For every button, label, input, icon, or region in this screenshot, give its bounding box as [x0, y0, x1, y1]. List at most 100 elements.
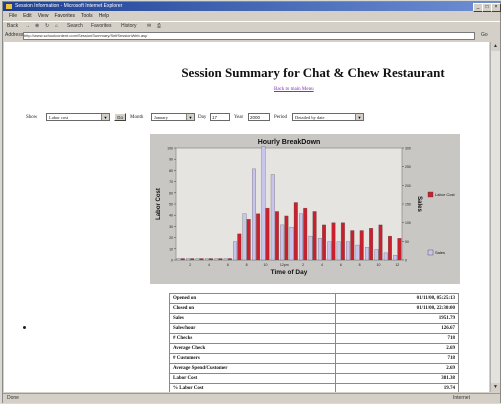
refresh-icon[interactable]: ↻ [45, 23, 49, 29]
y-tick-label: 80 [169, 169, 173, 173]
y-axis-label: Labor Cost [156, 188, 162, 220]
labor-cost-bar [369, 228, 374, 261]
home-icon[interactable]: ⌂ [55, 23, 58, 29]
plot-area [175, 147, 403, 261]
browser-window: Session Information - Microsoft Internet… [2, 1, 501, 403]
y-tick-label: 90 [169, 158, 173, 162]
search-button[interactable]: Search [67, 23, 83, 29]
page-title: Session Summary for Chat & Chew Restaura… [181, 65, 445, 80]
menu-edit[interactable]: Edit [23, 12, 32, 20]
summary-value: 2.69 [335, 343, 459, 354]
labor-cost-bar [293, 202, 298, 261]
labor-cost-bar [227, 258, 232, 261]
mail-icon[interactable]: ✉ [147, 23, 151, 29]
title-bar: Session Information - Microsoft Internet… [3, 2, 501, 12]
sales-bar [242, 213, 247, 261]
summary-value: 01/11/00, 05:25:13 [335, 293, 459, 304]
year-input[interactable]: 2000 [248, 113, 270, 121]
session-summary-table: Opened on 01/11/00, 05:25:13 Closed on 01/1… [168, 293, 459, 392]
sales-bar [365, 247, 369, 261]
labor-cost-bar [303, 207, 308, 261]
browser-icon [6, 4, 12, 9]
labor-cost-bar [209, 258, 213, 261]
forward-icon[interactable]: → [25, 23, 30, 29]
day-input[interactable]: 17 [210, 113, 230, 121]
show-select[interactable]: Labor cost ▼ [46, 113, 110, 121]
menu-tools[interactable]: Tools [81, 12, 93, 20]
summary-row: Closed on 01/11/00, 22:30:00 [168, 303, 459, 314]
x-tick-label: 6 [340, 263, 342, 267]
sales-bar [270, 174, 275, 261]
go-filter-button[interactable]: Go [114, 113, 126, 121]
show-select-value: Labor cost [49, 115, 69, 120]
vertical-scrollbar[interactable]: ▲ ▼ [490, 42, 500, 392]
x-tick-label: 6 [227, 263, 229, 267]
labor-cost-bar [256, 213, 261, 261]
summary-row: Sales 1951.79 [168, 313, 459, 324]
summary-value: 381.38 [335, 373, 459, 384]
menu-file[interactable]: File [9, 12, 17, 20]
hourly-breakdown-chart: Hourly BreakDown 0 10 20 30 40 50 60 70 80 90 100 0 5… [150, 134, 460, 284]
sales-bar [317, 238, 322, 261]
summary-label: Opened on [168, 293, 337, 304]
labor-cost-bar [180, 258, 185, 261]
y-tick-label: 70 [169, 180, 173, 184]
sales-bar [299, 213, 303, 261]
x-tick-label: 2 [189, 263, 191, 267]
y-tick-label: 0 [171, 259, 173, 263]
period-label: Period [274, 115, 288, 120]
y2-tick-label: 150 [405, 203, 411, 207]
summary-row: # Customers 718 [168, 353, 459, 364]
back-to-menu-link[interactable]: Back to main Menu [274, 87, 314, 92]
sales-bar [383, 252, 388, 261]
favorites-button[interactable]: Favorites [91, 23, 112, 29]
summary-row: Average Check 2.69 [168, 343, 459, 354]
scroll-up-icon[interactable]: ▲ [491, 42, 500, 51]
stop-icon[interactable]: ⊗ [35, 23, 39, 29]
menu-favorites[interactable]: Favorites [54, 12, 75, 20]
scroll-down-icon[interactable]: ▼ [491, 383, 500, 392]
period-select-value: Detailed by date [295, 115, 325, 120]
labor-cost-bar [322, 224, 326, 261]
y-tick-label: 10 [169, 247, 173, 251]
sales-bar [327, 241, 332, 261]
summary-value: 2.69 [335, 363, 459, 374]
address-input[interactable]: http://www.schoolcontent.com/SessionSumm… [23, 32, 475, 40]
y-tick-label: 40 [169, 214, 173, 218]
legend-label-sales: Sales [435, 250, 445, 255]
month-select-value: January [154, 115, 168, 120]
window-title: Session Information - Microsoft Internet… [15, 3, 123, 9]
address-bar: Address http://www.schoolcontent.com/Ses… [3, 31, 500, 40]
labor-cost-bar [312, 211, 317, 261]
summary-value: 19.74 [335, 383, 459, 392]
menu-help[interactable]: Help [99, 12, 109, 20]
month-select[interactable]: January ▼ [151, 113, 195, 121]
sales-bar [186, 258, 190, 261]
summary-value: 718 [335, 333, 459, 344]
history-button[interactable]: History [121, 23, 137, 29]
legend-swatch-sales [427, 249, 434, 256]
labor-cost-bar [340, 222, 345, 261]
sales-bar [195, 258, 200, 261]
close-icon[interactable]: × [491, 3, 501, 12]
labor-cost-bar [218, 258, 223, 261]
month-label: Month [130, 115, 144, 120]
labor-cost-bar [199, 258, 204, 261]
x-tick-label: 10 [377, 263, 381, 267]
sales-bar [223, 258, 228, 261]
period-select[interactable]: Detailed by date ▼ [292, 113, 364, 121]
sales-bar [214, 258, 219, 261]
chevron-down-icon: ▼ [101, 114, 109, 120]
x-tick-label: 10 [264, 263, 268, 267]
summary-label: Sales [168, 313, 337, 324]
summary-row: # Checks 718 [168, 333, 459, 344]
back-button[interactable]: Back [7, 23, 18, 29]
menu-view[interactable]: View [38, 12, 49, 20]
summary-value: 718 [335, 353, 459, 364]
summary-label: Sales/hour [168, 323, 337, 334]
go-button[interactable]: Go [481, 32, 488, 38]
print-icon[interactable]: ⎙ [157, 23, 161, 29]
labor-cost-bar [190, 258, 195, 261]
sales-bar [393, 254, 398, 261]
labor-cost-bar [378, 224, 383, 261]
